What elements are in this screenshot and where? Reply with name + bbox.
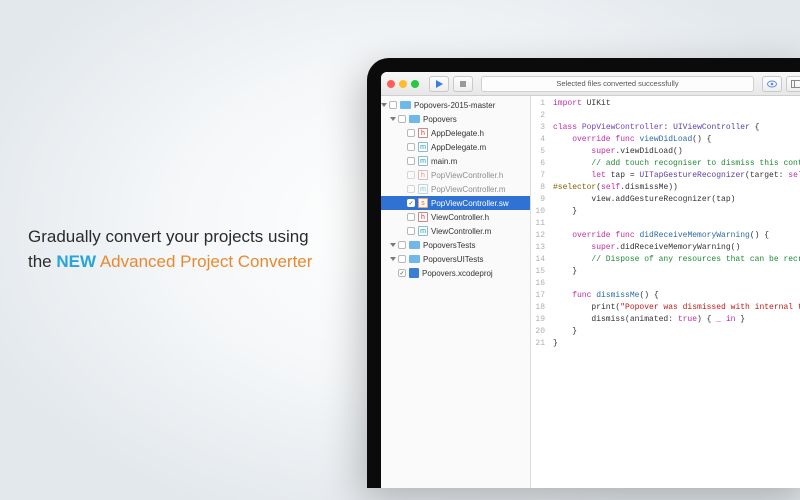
- proj-icon: [409, 268, 419, 278]
- checkbox[interactable]: [407, 143, 415, 151]
- nav-root[interactable]: Popovers-2015-master: [381, 98, 530, 112]
- folder-icon: [409, 255, 420, 263]
- m-icon: m: [418, 184, 428, 194]
- tagline-line2-pre: the: [28, 252, 56, 271]
- laptop-frame: Selected files converted successfully Po…: [367, 58, 800, 488]
- checkbox[interactable]: [389, 101, 397, 109]
- m-icon: m: [418, 142, 428, 152]
- nav-file[interactable]: hPopViewController.h: [381, 168, 530, 182]
- marketing-tagline: Gradually convert your projects using th…: [28, 225, 348, 274]
- folder-icon: [409, 115, 420, 123]
- checkbox[interactable]: [407, 213, 415, 221]
- status-bar: Selected files converted successfully: [481, 76, 754, 92]
- checkbox[interactable]: [407, 129, 415, 137]
- file-label: Popovers-2015-master: [414, 101, 495, 110]
- file-label: ViewController.h: [431, 213, 489, 222]
- checkbox[interactable]: ✓: [398, 269, 406, 277]
- file-label: Popovers.xcodeproj: [422, 269, 493, 278]
- app-window: Selected files converted successfully Po…: [381, 72, 800, 488]
- file-label: main.m: [431, 157, 457, 166]
- nav-file[interactable]: mmain.m: [381, 154, 530, 168]
- nav-file[interactable]: mPopViewController.m: [381, 182, 530, 196]
- nav-sibling[interactable]: PopoversTests: [381, 238, 530, 252]
- code-editor[interactable]: 1 2 3 4 5 6 7 8 9 10 11 12 13 14 15 16 1…: [531, 96, 800, 488]
- stop-button[interactable]: [453, 76, 473, 92]
- checkbox[interactable]: [398, 255, 406, 263]
- preview-button[interactable]: [762, 76, 782, 92]
- file-navigator[interactable]: Popovers-2015-masterPopovershAppDelegate…: [381, 96, 531, 488]
- window-controls: [387, 80, 419, 88]
- swift-icon: s: [418, 198, 428, 208]
- nav-file[interactable]: hAppDelegate.h: [381, 126, 530, 140]
- nav-group[interactable]: Popovers: [381, 112, 530, 126]
- checkbox[interactable]: [407, 227, 415, 235]
- close-window-button[interactable]: [387, 80, 395, 88]
- checkbox[interactable]: [407, 157, 415, 165]
- file-label: PopViewController.m: [431, 185, 506, 194]
- nav-sibling[interactable]: PopoversUITests: [381, 252, 530, 266]
- h-icon: h: [418, 212, 428, 222]
- file-label: Popovers: [423, 115, 457, 124]
- file-label: AppDelegate.h: [431, 129, 484, 138]
- file-label: PopViewController.h: [431, 171, 503, 180]
- nav-file[interactable]: mViewController.m: [381, 224, 530, 238]
- status-text: Selected files converted successfully: [556, 79, 678, 88]
- toolbar: Selected files converted successfully: [381, 72, 800, 96]
- checkbox[interactable]: ✓: [407, 199, 415, 207]
- nav-file[interactable]: mAppDelegate.m: [381, 140, 530, 154]
- checkbox[interactable]: [398, 115, 406, 123]
- zoom-window-button[interactable]: [411, 80, 419, 88]
- minimize-window-button[interactable]: [399, 80, 407, 88]
- checkbox[interactable]: [407, 185, 415, 193]
- code-area[interactable]: import UIKit class PopViewController: UI…: [549, 96, 800, 488]
- nav-sibling[interactable]: ✓ Popovers.xcodeproj: [381, 266, 530, 280]
- file-label: PopoversUITests: [423, 255, 483, 264]
- folder-icon: [409, 241, 420, 249]
- file-label: PopViewController.sw: [431, 199, 509, 208]
- m-icon: m: [418, 156, 428, 166]
- file-label: PopoversTests: [423, 241, 475, 250]
- nav-file[interactable]: hViewController.h: [381, 210, 530, 224]
- folder-icon: [400, 101, 411, 109]
- tagline-line1: Gradually convert your projects using: [28, 227, 309, 246]
- panels-button[interactable]: [786, 76, 800, 92]
- h-icon: h: [418, 128, 428, 138]
- line-gutter: 1 2 3 4 5 6 7 8 9 10 11 12 13 14 15 16 1…: [531, 96, 549, 488]
- checkbox[interactable]: [407, 171, 415, 179]
- tagline-acc: Advanced Project Converter: [96, 252, 312, 271]
- m-icon: m: [418, 226, 428, 236]
- nav-file[interactable]: ✓sPopViewController.sw: [381, 196, 530, 210]
- h-icon: h: [418, 170, 428, 180]
- file-label: AppDelegate.m: [431, 143, 486, 152]
- tagline-new: NEW: [56, 252, 96, 271]
- run-button[interactable]: [429, 76, 449, 92]
- file-label: ViewController.m: [431, 227, 491, 236]
- checkbox[interactable]: [398, 241, 406, 249]
